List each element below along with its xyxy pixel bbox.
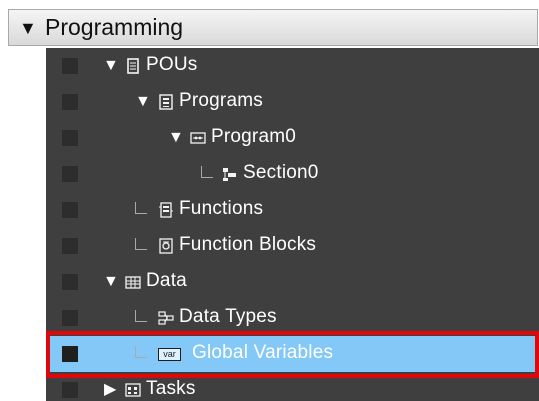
header-title: Programming <box>45 14 184 40</box>
tree-item-function-blocks[interactable]: Function Blocks <box>46 228 539 264</box>
tree-connector <box>135 202 147 214</box>
tree-item-label: Functions <box>179 198 264 219</box>
collapse-triangle-icon[interactable]: ▼ <box>19 19 37 37</box>
tree-connector <box>201 166 213 178</box>
pou-folder-icon <box>125 58 141 74</box>
expand-triangle-icon[interactable]: ▶ <box>104 382 116 398</box>
functions-icon <box>158 202 174 218</box>
item-marker <box>62 382 78 398</box>
item-marker <box>62 94 78 110</box>
tree-item-label: Global Variables <box>192 342 334 363</box>
data-icon <box>125 274 141 290</box>
tree-item-label: Function Blocks <box>179 234 317 255</box>
tree-connector <box>135 346 147 358</box>
expand-triangle-icon[interactable]: ▼ <box>103 58 119 74</box>
tree-item-tasks[interactable]: ▶ Tasks <box>46 372 539 401</box>
expand-triangle-icon[interactable]: ▼ <box>168 130 184 146</box>
tree-item-program0[interactable]: ▼ Program0 <box>46 120 539 156</box>
tree-item-label: Data <box>146 270 187 291</box>
tree-item-label: Section0 <box>243 162 319 183</box>
tree-item-data-types[interactable]: Data Types <box>46 300 539 336</box>
data-types-icon <box>158 310 174 326</box>
tree-connector <box>135 238 147 250</box>
global-variables-icon: var <box>158 348 181 361</box>
item-marker <box>62 238 78 254</box>
tree-item-label: POUs <box>146 54 198 75</box>
tree-item-pous[interactable]: ▼ POUs <box>46 48 539 84</box>
tree-item-section0[interactable]: Section0 <box>46 156 539 192</box>
tree-item-label: Programs <box>179 90 263 111</box>
tasks-icon <box>125 382 141 398</box>
tree-item-label: Program0 <box>211 126 297 147</box>
item-marker <box>62 346 78 362</box>
expand-triangle-icon[interactable]: ▼ <box>103 274 119 290</box>
tree-connector <box>135 310 147 322</box>
project-tree: ▼ POUs ▼ Programs ▼ Program0 Section0 Fu… <box>46 48 539 401</box>
item-marker <box>62 310 78 326</box>
item-marker <box>62 166 78 182</box>
expand-triangle-icon[interactable]: ▼ <box>135 94 151 110</box>
tree-item-data[interactable]: ▼ Data <box>46 264 539 300</box>
item-marker <box>62 58 78 74</box>
tree-item-global-variables[interactable]: var Global Variables <box>46 336 539 372</box>
tree-item-label: Data Types <box>179 306 277 327</box>
programming-panel: ▼ Programming ▼ POUs ▼ Programs ▼ Progra… <box>0 0 539 401</box>
item-marker <box>62 130 78 146</box>
item-marker <box>62 274 78 290</box>
function-blocks-icon <box>158 238 174 254</box>
tree-item-label: Tasks <box>146 378 196 399</box>
programs-icon <box>158 94 174 110</box>
tree-item-functions[interactable]: Functions <box>46 192 539 228</box>
programming-section-header[interactable]: ▼ Programming <box>8 9 538 46</box>
tree-item-programs[interactable]: ▼ Programs <box>46 84 539 120</box>
section-icon <box>222 166 238 182</box>
item-marker <box>62 202 78 218</box>
program-icon <box>190 130 206 146</box>
